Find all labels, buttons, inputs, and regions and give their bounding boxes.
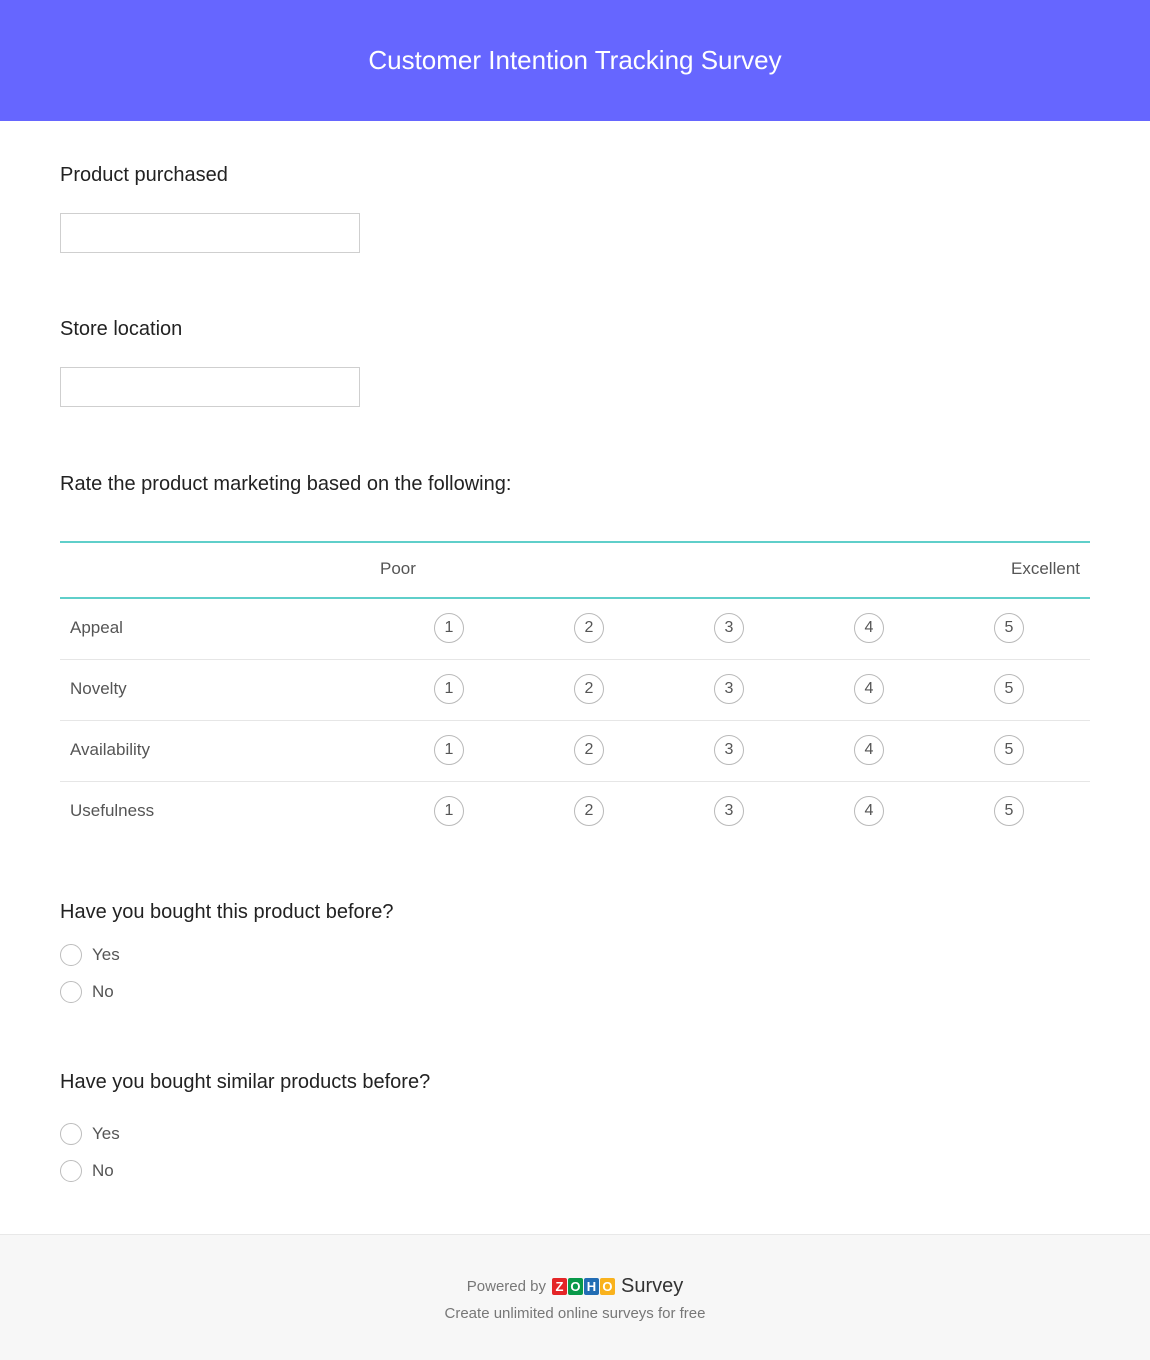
rating-option-3[interactable]: 3 bbox=[714, 674, 744, 704]
rating-matrix: Poor Excellent Appeal 1 2 3 4 5 Novelty 1 2 3 4 5 Av… bbox=[60, 541, 1090, 842]
option-label: No bbox=[92, 1161, 114, 1180]
rating-row-label: Appeal bbox=[70, 618, 123, 637]
rating-option-4[interactable]: 4 bbox=[854, 674, 884, 704]
zoho-logo-letter: O bbox=[599, 1278, 615, 1295]
rating-row-usefulness: Usefulness 1 2 3 4 5 bbox=[60, 782, 1090, 842]
zoho-logo-letter: H bbox=[583, 1278, 599, 1295]
rating-row-label: Novelty bbox=[70, 679, 127, 698]
powered-by-line: Powered by Z O H O Survey bbox=[0, 1275, 1150, 1298]
powered-by-text: Powered by bbox=[466, 1278, 546, 1295]
rating-option-5[interactable]: 5 bbox=[994, 735, 1024, 765]
rating-option-2[interactable]: 2 bbox=[574, 613, 604, 643]
footer-tagline[interactable]: Create unlimited online surveys for free bbox=[0, 1305, 1150, 1322]
similar-before-yes-option[interactable]: Yes bbox=[60, 1123, 120, 1145]
store-location-label: Store location bbox=[60, 318, 183, 340]
rating-option-5[interactable]: 5 bbox=[994, 613, 1024, 643]
rating-option-4[interactable]: 4 bbox=[854, 613, 884, 643]
option-label: Yes bbox=[92, 945, 120, 964]
rating-option-2[interactable]: 2 bbox=[574, 674, 604, 704]
rating-row-label: Usefulness bbox=[70, 801, 155, 820]
rating-row-availability: Availability 1 2 3 4 5 bbox=[60, 721, 1090, 782]
radio-button[interactable] bbox=[60, 1123, 82, 1145]
survey-header: Customer Intention Tracking Survey bbox=[0, 0, 1150, 121]
product-purchased-input[interactable] bbox=[60, 213, 360, 253]
rating-row-novelty: Novelty 1 2 3 4 5 bbox=[60, 660, 1090, 721]
bought-before-no-option[interactable]: No bbox=[60, 981, 114, 1003]
rating-option-1[interactable]: 1 bbox=[434, 613, 464, 643]
rating-option-1[interactable]: 1 bbox=[434, 796, 464, 826]
radio-button[interactable] bbox=[60, 1160, 82, 1182]
zoho-logo-letter: O bbox=[567, 1278, 583, 1295]
rating-option-3[interactable]: 3 bbox=[714, 796, 744, 826]
option-label: No bbox=[92, 982, 114, 1001]
rating-option-2[interactable]: 2 bbox=[574, 735, 604, 765]
footer: Powered by Z O H O Survey Create unlimit… bbox=[0, 1234, 1150, 1360]
rating-scale-header: Poor Excellent bbox=[60, 541, 1090, 599]
bought-before-yes-option[interactable]: Yes bbox=[60, 944, 120, 966]
scale-high-label: Excellent bbox=[1011, 559, 1080, 578]
rating-option-3[interactable]: 3 bbox=[714, 735, 744, 765]
rating-option-5[interactable]: 5 bbox=[994, 796, 1024, 826]
rating-option-1[interactable]: 1 bbox=[434, 674, 464, 704]
bought-before-label: Have you bought this product before? bbox=[60, 901, 394, 923]
product-purchased-label: Product purchased bbox=[60, 164, 228, 186]
radio-button[interactable] bbox=[60, 944, 82, 966]
rating-option-2[interactable]: 2 bbox=[574, 796, 604, 826]
rating-option-1[interactable]: 1 bbox=[434, 735, 464, 765]
rating-option-4[interactable]: 4 bbox=[854, 796, 884, 826]
rating-option-3[interactable]: 3 bbox=[714, 613, 744, 643]
rating-row-appeal: Appeal 1 2 3 4 5 bbox=[60, 599, 1090, 660]
option-label: Yes bbox=[92, 1124, 120, 1143]
similar-before-label: Have you bought similar products before? bbox=[60, 1071, 431, 1093]
zoho-logo-letter: Z bbox=[551, 1278, 567, 1295]
radio-button[interactable] bbox=[60, 981, 82, 1003]
brand-name[interactable]: Survey bbox=[621, 1275, 683, 1298]
similar-before-no-option[interactable]: No bbox=[60, 1160, 114, 1182]
rating-question-label: Rate the product marketing based on the … bbox=[60, 473, 512, 495]
scale-low-label: Poor bbox=[380, 559, 416, 578]
store-location-input[interactable] bbox=[60, 367, 360, 407]
rating-option-4[interactable]: 4 bbox=[854, 735, 884, 765]
rating-option-5[interactable]: 5 bbox=[994, 674, 1024, 704]
survey-title: Customer Intention Tracking Survey bbox=[368, 45, 782, 75]
zoho-logo[interactable]: Z O H O bbox=[551, 1278, 616, 1295]
rating-row-label: Availability bbox=[70, 740, 151, 759]
